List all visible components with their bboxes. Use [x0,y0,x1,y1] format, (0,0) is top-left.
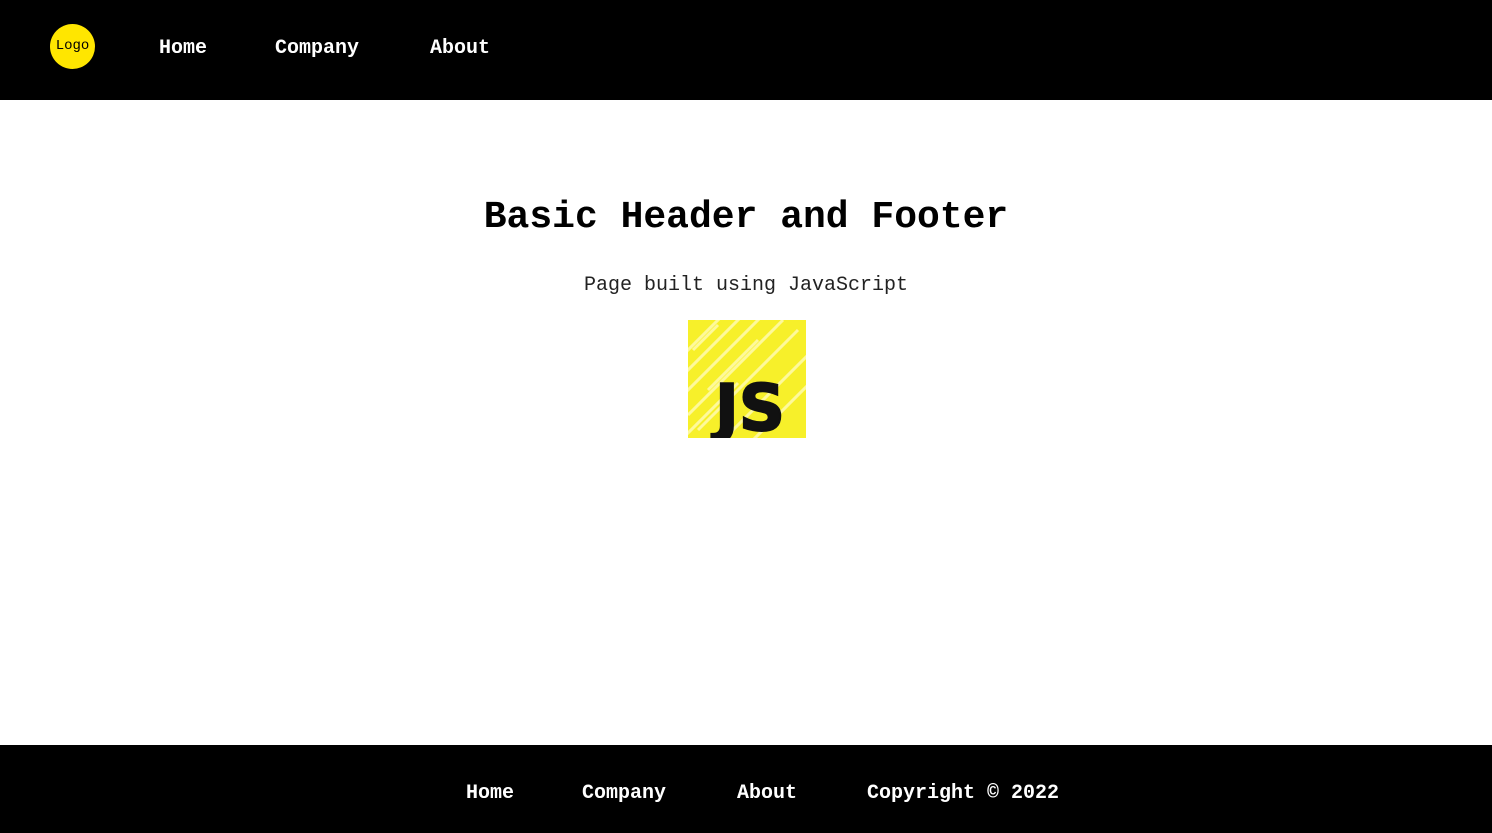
footer-link-home[interactable]: Home [466,781,514,807]
nav-link-about[interactable]: About [430,36,490,62]
page-title: Basic Header and Footer [483,196,1009,239]
logo[interactable]: Logo [50,24,95,69]
nav-link-home[interactable]: Home [159,36,207,62]
footer-link-company[interactable]: Company [582,781,666,807]
js-logo-text: JS [711,372,785,438]
footer-link-about[interactable]: About [737,781,797,807]
main-content: Basic Header and Footer Page built using… [0,100,1492,745]
page-subtitle: Page built using JavaScript [583,274,909,297]
site-header: Logo Home Company About [0,0,1492,100]
javascript-logo-image: JS [688,320,806,438]
nav-link-company[interactable]: Company [275,36,359,62]
site-footer: Home Company About Copyright © 2022 [0,745,1492,833]
copyright-text: Copyright © 2022 [867,782,1060,805]
